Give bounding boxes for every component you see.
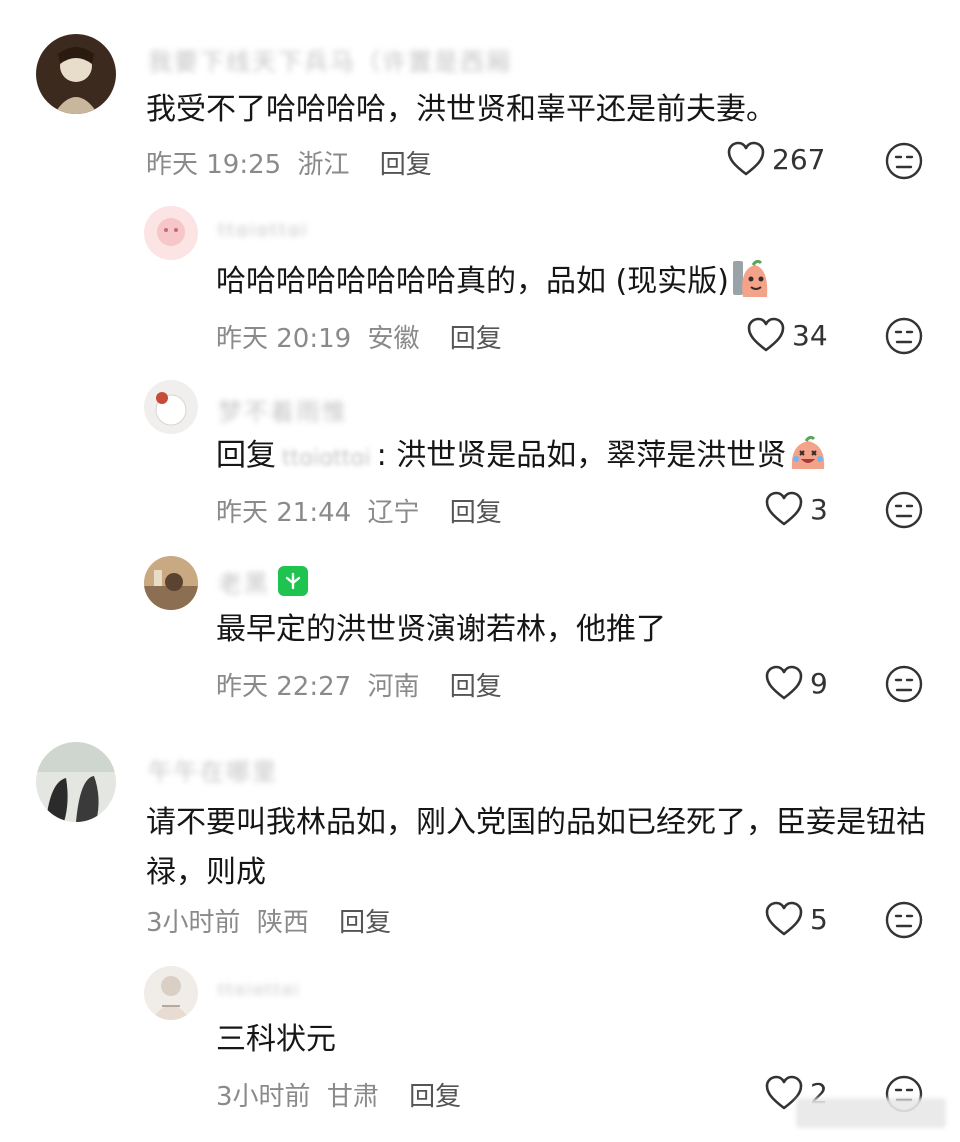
like-count: 267 — [772, 142, 826, 176]
like-button[interactable]: 9 — [764, 664, 828, 702]
neutral-face-icon[interactable] — [884, 900, 924, 940]
heart-icon — [765, 491, 803, 526]
location: 安徽 — [367, 324, 420, 354]
location: 辽宁 — [367, 498, 420, 528]
comment-meta: 昨天 19:25 浙江 回复 — [146, 144, 432, 181]
username-text: 老黑 — [218, 570, 270, 598]
comment-meta: 昨天 21:44 辽宁 回复 — [216, 492, 502, 529]
timestamp: 昨天 19:25 — [146, 150, 282, 180]
comment-text: 最早定的洪世贤演谢若林，他推了 — [216, 612, 666, 647]
timestamp: 3小时前 — [216, 1082, 311, 1112]
avatar[interactable] — [144, 966, 198, 1020]
avatar[interactable] — [36, 742, 116, 822]
heart-icon — [765, 665, 803, 700]
avatar[interactable] — [36, 34, 116, 114]
like-button[interactable]: 267 — [726, 140, 825, 178]
username[interactable]: ttɑiɑttɑi — [218, 980, 300, 999]
avatar-image — [36, 34, 116, 114]
comment-text: 三科状元 — [216, 1022, 336, 1057]
timestamp: 3小时前 — [146, 908, 241, 938]
timestamp: 昨天 20:19 — [216, 324, 352, 354]
comment-text: 回复 ttɑiɑttɑi: 洪世贤是品如，翠萍是洪世贤 — [216, 434, 916, 481]
comment-meta: 昨天 22:27 河南 回复 — [216, 666, 502, 703]
neutral-face-icon[interactable] — [884, 316, 924, 356]
reply-button[interactable]: 回复 — [409, 1082, 461, 1112]
like-button[interactable]: 5 — [764, 900, 828, 938]
like-count: 9 — [810, 666, 828, 700]
comment-meta: 3小时前 陕西 回复 — [146, 902, 391, 939]
like-button[interactable]: 34 — [746, 316, 828, 354]
location: 甘肃 — [326, 1082, 379, 1112]
timestamp: 昨天 22:27 — [216, 672, 352, 702]
avatar-image — [36, 742, 116, 822]
reply-button[interactable]: 回复 — [450, 498, 502, 528]
username[interactable]: 老黑 — [218, 564, 308, 600]
like-count: 34 — [792, 318, 828, 352]
comment-text: 哈哈哈哈哈哈哈哈真的，品如 (现实版) — [216, 259, 916, 304]
location: 河南 — [367, 672, 420, 702]
avatar-image — [144, 206, 198, 260]
like-button[interactable]: 3 — [764, 490, 828, 528]
like-count: 3 — [810, 492, 828, 526]
username[interactable]: 梦不着雨惟 — [218, 392, 348, 427]
heart-icon — [727, 141, 765, 176]
comment-text-content: : 洪世贤是品如，翠萍是洪世贤 — [376, 438, 787, 473]
location: 陕西 — [256, 908, 309, 938]
location: 浙江 — [297, 150, 350, 180]
avatar-image — [144, 556, 198, 610]
avatar-image — [144, 380, 198, 434]
reply-button[interactable]: 回复 — [450, 672, 502, 702]
crying-laugh-sticker — [792, 435, 825, 469]
neutral-face-icon[interactable] — [884, 141, 924, 181]
comment-meta: 昨天 20:19 安徽 回复 — [216, 318, 502, 355]
neutral-face-icon[interactable] — [884, 490, 924, 530]
avatar-image — [144, 966, 198, 1020]
reply-button[interactable]: 回复 — [450, 324, 502, 354]
laughing-peach-sticker — [732, 259, 768, 297]
username[interactable]: 午午在哪里 — [148, 752, 278, 787]
comment-text-content: 哈哈哈哈哈哈哈哈真的，品如 (现实版) — [216, 264, 729, 299]
comment-text: 请不要叫我林品如，刚入党国的品如已经死了，臣妾是钮祜禄，则成 — [146, 805, 926, 890]
neutral-face-icon[interactable] — [884, 664, 924, 704]
comment-meta: 3小时前 甘肃 回复 — [216, 1076, 461, 1113]
like-count: 5 — [810, 902, 828, 936]
mention-username[interactable]: ttɑiɑttɑi — [282, 446, 371, 471]
comment-text: 我受不了哈哈哈哈，洪世贤和辜平还是前夫妻。 — [146, 92, 776, 127]
watermark — [796, 1098, 946, 1128]
username[interactable]: 我要下线天下兵马（许置是西厢 — [148, 42, 512, 77]
avatar[interactable] — [144, 380, 198, 434]
reply-prefix: 回复 — [216, 438, 276, 473]
username[interactable]: ttɑiɑttɑi — [218, 220, 309, 241]
avatar[interactable] — [144, 206, 198, 260]
reply-button[interactable]: 回复 — [380, 150, 432, 180]
timestamp: 昨天 21:44 — [216, 498, 352, 528]
reply-button[interactable]: 回复 — [339, 908, 391, 938]
heart-icon — [747, 317, 785, 352]
avatar[interactable] — [144, 556, 198, 610]
green-badge-icon — [278, 566, 308, 596]
heart-icon — [765, 901, 803, 936]
